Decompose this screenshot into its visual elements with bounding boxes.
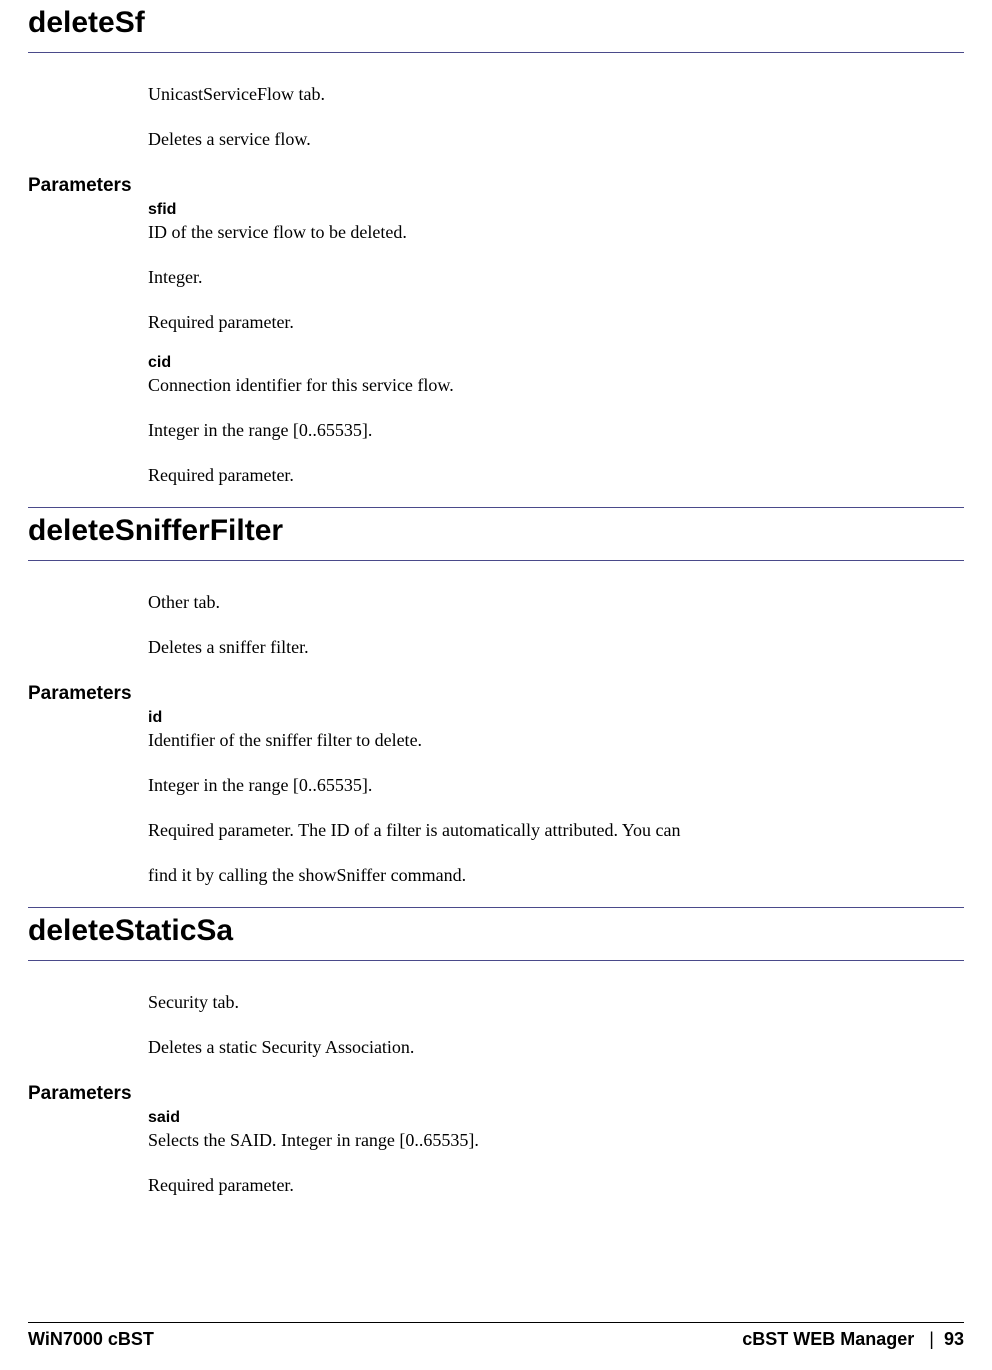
param-name: id xyxy=(148,709,964,727)
param-desc: find it by calling the showSniffer comma… xyxy=(148,862,964,889)
intro-text: Deletes a static Security Association. xyxy=(148,1034,964,1061)
param-desc: Required parameter. The ID of a filter i… xyxy=(148,817,964,844)
param-block: sfid ID of the service flow to be delete… xyxy=(148,201,964,489)
param-name: sfid xyxy=(148,201,964,219)
section-title: deleteSf xyxy=(28,6,964,40)
footer-separator: | xyxy=(929,1329,934,1349)
param-desc: Selects the SAID. Integer in range [0..6… xyxy=(148,1127,964,1154)
section-title: deleteStaticSa xyxy=(28,914,964,948)
intro-block: Security tab. Deletes a static Security … xyxy=(148,989,964,1061)
footer-right: cBST WEB Manager | 93 xyxy=(742,1329,964,1350)
intro-text: Other tab. xyxy=(148,589,964,616)
page-number: 93 xyxy=(944,1329,964,1349)
intro-text: Deletes a service flow. xyxy=(148,126,964,153)
intro-block: UnicastServiceFlow tab. Deletes a servic… xyxy=(148,81,964,153)
section-title: deleteSnifferFilter xyxy=(28,514,964,548)
page-footer: WiN7000 cBST cBST WEB Manager | 93 xyxy=(28,1322,964,1350)
param-desc: Integer in the range [0..65535]. xyxy=(148,417,964,444)
param-desc: Identifier of the sniffer filter to dele… xyxy=(148,727,964,754)
intro-text: UnicastServiceFlow tab. xyxy=(148,81,964,108)
param-desc: Connection identifier for this service f… xyxy=(148,372,964,399)
param-desc: Integer. xyxy=(148,264,964,291)
param-desc: Integer in the range [0..65535]. xyxy=(148,772,964,799)
section-header: deleteStaticSa xyxy=(28,907,964,961)
footer-section-label: cBST WEB Manager xyxy=(742,1329,914,1349)
section-header: deleteSnifferFilter xyxy=(28,507,964,561)
intro-text: Security tab. xyxy=(148,989,964,1016)
parameters-heading: Parameters xyxy=(28,175,964,197)
intro-block: Other tab. Deletes a sniffer filter. xyxy=(148,589,964,661)
param-desc: ID of the service flow to be deleted. xyxy=(148,219,964,246)
param-block: id Identifier of the sniffer filter to d… xyxy=(148,709,964,889)
footer-left: WiN7000 cBST xyxy=(28,1329,154,1350)
param-desc: Required parameter. xyxy=(148,1172,964,1199)
param-name: said xyxy=(148,1109,964,1127)
param-block: said Selects the SAID. Integer in range … xyxy=(148,1109,964,1199)
parameters-heading: Parameters xyxy=(28,683,964,705)
intro-text: Deletes a sniffer filter. xyxy=(148,634,964,661)
param-desc: Required parameter. xyxy=(148,462,964,489)
section-header: deleteSf xyxy=(28,0,964,53)
param-desc: Required parameter. xyxy=(148,309,964,336)
param-name: cid xyxy=(148,354,964,372)
parameters-heading: Parameters xyxy=(28,1083,964,1105)
